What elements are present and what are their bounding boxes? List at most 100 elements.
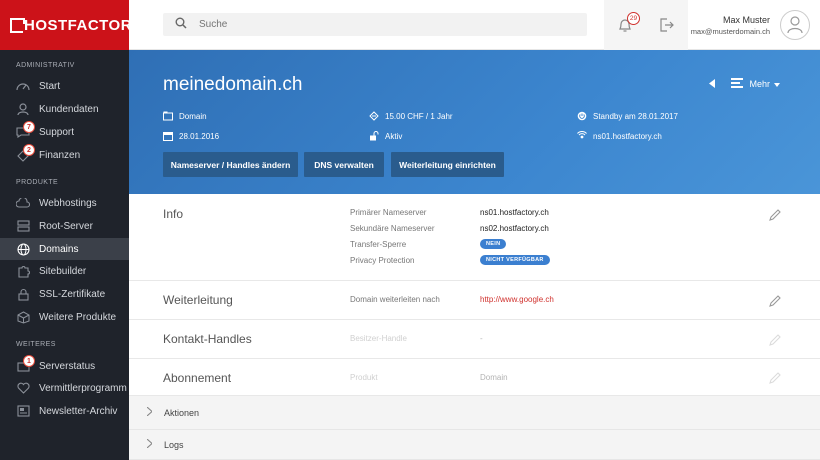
info-date-value: 28.01.2016 bbox=[179, 131, 220, 141]
notification-count-badge: 29 bbox=[627, 12, 640, 25]
unlock-icon bbox=[369, 131, 379, 141]
logo-mark-icon bbox=[10, 17, 25, 33]
info-type: Domain bbox=[163, 111, 207, 121]
sidebar-item-ssl[interactable]: SSL-Zertifikate bbox=[0, 283, 129, 305]
chat-icon: 7 bbox=[16, 121, 35, 139]
info-nameserver: ns01.hostfactory.ch bbox=[577, 131, 662, 141]
chevron-right-icon bbox=[146, 438, 153, 451]
privacy-pill: NICHT VERFÜGBAR bbox=[480, 255, 550, 265]
sidebar-item-finanzen[interactable]: 2 Finanzen bbox=[0, 144, 129, 166]
edit-contact-pencil-icon[interactable] bbox=[768, 333, 782, 347]
speedometer-icon bbox=[16, 79, 30, 93]
edit-info-pencil-icon[interactable] bbox=[768, 208, 782, 222]
info-section: Info Primärer Nameserver ns01.hostfactor… bbox=[129, 194, 820, 281]
transfer-lock-pill: NEIN bbox=[480, 239, 507, 249]
renew-icon bbox=[369, 111, 379, 121]
sidebar-item-webhostings[interactable]: Webhostings bbox=[0, 192, 129, 214]
privacy-label: Privacy Protection bbox=[350, 256, 415, 265]
info-price-value: 15.00 CHF / 1 Jahr bbox=[385, 111, 453, 121]
subscription-value: Domain bbox=[480, 373, 508, 382]
user-icon bbox=[16, 102, 30, 116]
sidebar-item-support[interactable]: 7 Support bbox=[0, 121, 129, 143]
contact-label: Besitzer-Handle bbox=[350, 334, 407, 343]
sidebar-item-newsletter[interactable]: Newsletter-Archiv bbox=[0, 400, 129, 422]
topbar: 29 Max Muster max@musterdomain.ch bbox=[129, 0, 820, 50]
globe-icon bbox=[16, 242, 30, 256]
sidebar-item-label: Kundendaten bbox=[39, 103, 99, 115]
search-box[interactable] bbox=[163, 13, 587, 36]
privacy-value: NICHT VERFÜGBAR bbox=[480, 254, 550, 265]
sidebar-item-label: Vermittlerprogramm bbox=[39, 382, 127, 394]
section-title-forward: Weiterleitung bbox=[163, 293, 233, 307]
hero-actions: Mehr bbox=[709, 78, 780, 90]
subscription-section: Abonnement Produkt Domain bbox=[129, 359, 820, 396]
setup-forwarding-button[interactable]: Weiterleitung einrichten bbox=[391, 152, 504, 177]
sidebar-item-start[interactable]: Start bbox=[0, 75, 129, 97]
primary-ns-value: ns01.hostfactory.ch bbox=[480, 208, 549, 217]
logo[interactable]: HOSTFACTORY bbox=[10, 17, 142, 34]
menu-icon[interactable] bbox=[731, 78, 744, 90]
secondary-ns-value: ns02.hostfactory.ch bbox=[480, 224, 549, 233]
newsletter-icon bbox=[16, 404, 30, 418]
tag-icon: 2 bbox=[16, 144, 35, 162]
sidebar-item-label: Webhostings bbox=[39, 197, 97, 209]
sidebar-item-vermittlerprogramm[interactable]: Vermittlerprogramm bbox=[0, 377, 129, 399]
chevron-down-icon bbox=[774, 79, 780, 89]
logo-area[interactable]: HOSTFACTORY bbox=[0, 0, 142, 50]
cloud-icon bbox=[16, 196, 30, 210]
more-menu-button[interactable]: Mehr bbox=[749, 79, 770, 89]
calendar-icon bbox=[163, 131, 173, 141]
sidebar-item-sitebuilder[interactable]: Sitebuilder bbox=[0, 260, 129, 282]
sidebar-item-domains[interactable]: Domains bbox=[0, 238, 129, 260]
info-status: Aktiv bbox=[369, 131, 402, 141]
info-date: 28.01.2016 bbox=[163, 131, 219, 141]
section-title-contact: Kontakt-Handles bbox=[163, 332, 252, 346]
sidebar-item-root-server[interactable]: Root-Server bbox=[0, 215, 129, 237]
sidebar-item-label: Newsletter-Archiv bbox=[39, 405, 118, 417]
transfer-lock-label: Transfer-Sperre bbox=[350, 240, 407, 249]
lock-icon bbox=[16, 287, 30, 301]
sidebar-item-label: Serverstatus bbox=[39, 360, 96, 372]
sidebar-item-kundendaten[interactable]: Kundendaten bbox=[0, 98, 129, 120]
logout-icon[interactable] bbox=[659, 18, 675, 32]
edit-subscription-pencil-icon[interactable] bbox=[768, 371, 782, 385]
transfer-lock-value: NEIN bbox=[480, 238, 507, 249]
secondary-ns-label: Sekundäre Nameserver bbox=[350, 224, 435, 233]
user-email: max@musterdomain.ch bbox=[690, 27, 770, 36]
forward-label: Domain weiterleiten nach bbox=[350, 295, 440, 304]
user-avatar-icon bbox=[787, 16, 803, 34]
avatar[interactable] bbox=[780, 10, 810, 40]
info-type-value: Domain bbox=[179, 111, 207, 121]
edit-forward-pencil-icon[interactable] bbox=[768, 294, 782, 308]
search-icon bbox=[175, 16, 187, 34]
sidebar-item-label: Sitebuilder bbox=[39, 265, 87, 277]
forward-url-link[interactable]: http://www.google.ch bbox=[480, 295, 554, 304]
section-weiteres: WEITERES bbox=[16, 341, 56, 348]
sidebar-item-serverstatus[interactable]: 1 Serverstatus bbox=[0, 355, 129, 377]
page-title: meinedomain.ch bbox=[163, 74, 303, 95]
dns-manage-button[interactable]: DNS verwalten bbox=[304, 152, 384, 177]
box-icon bbox=[16, 310, 30, 324]
sidebar-item-label: Domains bbox=[39, 243, 79, 255]
user-info[interactable]: Max Muster max@musterdomain.ch bbox=[691, 15, 770, 36]
sidebar-item-label: Finanzen bbox=[39, 149, 81, 161]
actions-accordion-label: Aktionen bbox=[164, 407, 200, 418]
info-price: 15.00 CHF / 1 Jahr bbox=[369, 111, 453, 121]
section-title-info: Info bbox=[163, 207, 184, 221]
info-nameserver-value: ns01.hostfactory.ch bbox=[593, 131, 662, 141]
info-standby-value: Standby am 28.01.2017 bbox=[593, 111, 678, 121]
actions-accordion[interactable]: Aktionen bbox=[129, 396, 820, 430]
primary-ns-label: Primärer Nameserver bbox=[350, 208, 427, 217]
logs-accordion[interactable]: Logs bbox=[129, 430, 820, 460]
sidebar-item-weitere-produkte[interactable]: Weitere Produkte bbox=[0, 306, 129, 328]
logo-text: HOSTFACTORY bbox=[24, 16, 143, 34]
contact-section: Kontakt-Handles Besitzer-Handle - bbox=[129, 320, 820, 359]
signal-icon bbox=[577, 131, 587, 141]
caret-left-icon[interactable] bbox=[709, 78, 716, 90]
search-input[interactable] bbox=[199, 19, 579, 30]
change-nameserver-button[interactable]: Nameserver / Handles ändern bbox=[163, 152, 298, 177]
user-name: Max Muster bbox=[722, 15, 770, 25]
top-icons: 29 bbox=[604, 0, 688, 50]
sidebar-item-label: Root-Server bbox=[39, 220, 93, 232]
sidebar-item-label: Support bbox=[39, 126, 75, 138]
